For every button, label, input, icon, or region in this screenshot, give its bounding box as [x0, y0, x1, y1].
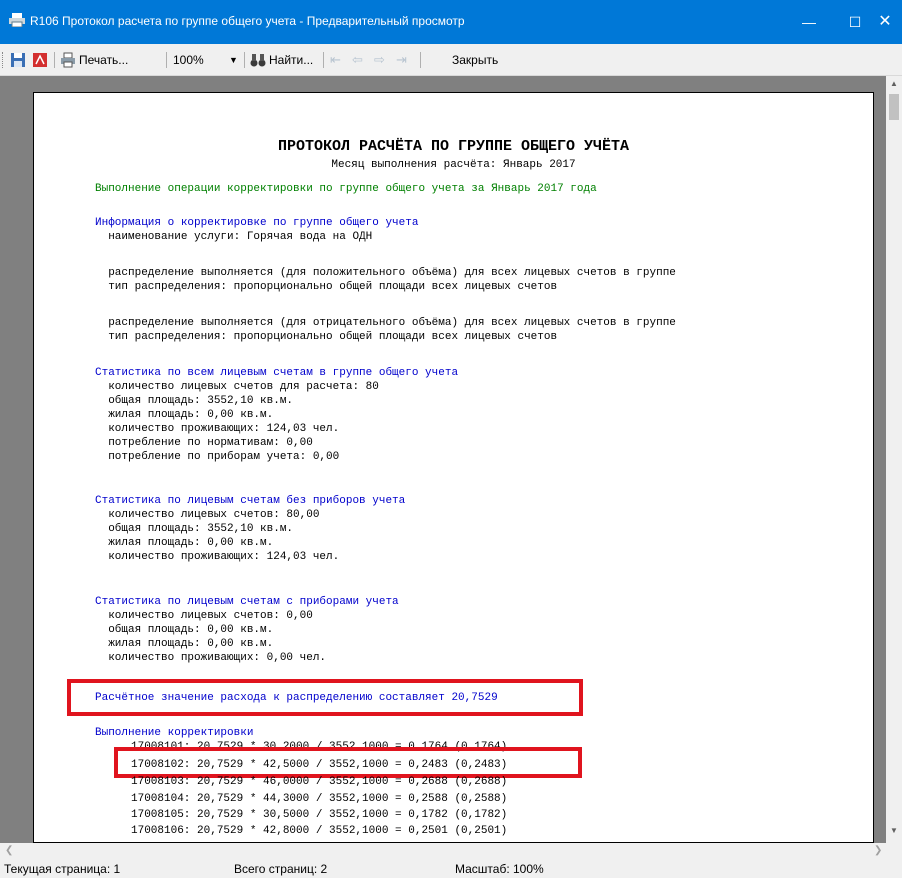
maximize-icon: ☐ — [848, 14, 862, 30]
close-window-button[interactable]: ✕ — [868, 0, 902, 44]
binoculars-icon — [250, 54, 266, 67]
vertical-scroll-thumb[interactable] — [889, 94, 899, 120]
chevron-down-icon: ▼ — [229, 55, 238, 65]
horizontal-scrollbar[interactable]: ❮ ❯ — [0, 843, 902, 860]
stats-all-line: потребление по приборам учета: 0,00 — [95, 451, 340, 463]
zoom-value: 100% — [173, 53, 204, 67]
vertical-scrollbar[interactable]: ▲ ▼ — [886, 76, 902, 843]
toolbar: Печать... 100% ▼ Найти... ⇤ ⇦ ⇨ ⇥ Закрыт… — [0, 44, 902, 76]
zoom-status: Масштаб: 100% — [455, 862, 544, 876]
scroll-left-icon[interactable]: ❮ — [5, 845, 13, 856]
stats-nometer-line: общая площадь: 3552,10 кв.м. — [95, 523, 294, 535]
next-page-icon[interactable]: ⇨ — [374, 51, 385, 69]
printer-icon — [9, 13, 25, 27]
stats-nometer-header: Статистика по лицевым счетам без приборо… — [95, 495, 406, 507]
total-pages-status: Всего страниц: 2 — [234, 862, 328, 876]
stats-nometer-line: количество лицевых счетов: 80,00 — [95, 509, 320, 521]
stats-all-header: Статистика по всем лицевым счетам в груп… — [95, 367, 459, 379]
positive-distribution-line: распределение выполняется (для положител… — [95, 267, 676, 279]
correction-line: 17008103: 20,7529 * 46,0000 / 3552,1000 … — [131, 776, 508, 788]
correction-header: Выполнение корректировки — [95, 727, 254, 739]
stats-nometer-line: жилая площадь: 0,00 кв.м. — [95, 537, 274, 549]
stats-all-line: жилая площадь: 0,00 кв.м. — [95, 409, 274, 421]
correction-highlight — [114, 747, 582, 778]
correction-line: 17008106: 20,7529 * 42,8000 / 3552,1000 … — [131, 825, 508, 837]
pdf-export-icon[interactable] — [32, 52, 48, 68]
toolbar-separator — [323, 52, 324, 68]
negative-distribution-line: распределение выполняется (для отрицател… — [95, 317, 676, 329]
zoom-select[interactable]: 100% ▼ — [173, 51, 239, 69]
last-page-icon[interactable]: ⇥ — [396, 51, 407, 69]
correction-line: 17008104: 20,7529 * 44,3000 / 3552,1000 … — [131, 793, 508, 805]
scroll-down-icon[interactable]: ▼ — [890, 826, 898, 835]
toolbar-separator — [244, 52, 245, 68]
stats-meter-line: жилая площадь: 0,00 кв.м. — [95, 638, 274, 650]
minimize-button[interactable]: — — [786, 0, 832, 44]
print-label: Печать... — [79, 53, 129, 67]
stats-meter-header: Статистика по лицевым счетам с приборами… — [95, 596, 399, 608]
positive-type-line: тип распределения: пропорционально общей… — [95, 281, 558, 293]
service-line: наименование услуги: Горячая вода на ОДН — [95, 231, 373, 243]
stats-nometer-line: количество проживающих: 124,03 чел. — [95, 551, 340, 563]
close-icon: ✕ — [878, 13, 892, 30]
report-title: ПРОТОКОЛ РАСЧЁТА ПО ГРУППЕ ОБЩЕГО УЧЁТА — [277, 138, 630, 155]
scroll-up-icon[interactable]: ▲ — [890, 79, 898, 88]
report-page: ПРОТОКОЛ РАСЧЁТА ПО ГРУППЕ ОБЩЕГО УЧЁТА … — [33, 92, 874, 843]
first-page-icon[interactable]: ⇤ — [330, 51, 341, 69]
status-bar: Текущая страница: 1 Всего страниц: 2 Мас… — [0, 860, 902, 878]
negative-type-line: тип распределения: пропорционально общей… — [95, 331, 558, 343]
find-label: Найти... — [269, 53, 314, 67]
save-icon[interactable] — [10, 52, 26, 68]
stats-all-line: количество лицевых счетов для расчета: 8… — [95, 381, 379, 393]
info-header: Информация о корректировке по группе общ… — [95, 217, 419, 229]
minimize-icon: — — [802, 14, 816, 30]
report-subtitle: Месяц выполнения расчёта: Январь 2017 — [331, 159, 576, 171]
previous-page-icon[interactable]: ⇦ — [352, 51, 363, 69]
toolbar-separator — [166, 52, 167, 68]
stats-meter-line: количество проживающих: 0,00 чел. — [95, 652, 327, 664]
stats-all-line: общая площадь: 3552,10 кв.м. — [95, 395, 294, 407]
correction-line: 17008105: 20,7529 * 30,5000 / 3552,1000 … — [131, 809, 508, 821]
close-preview-button[interactable]: Закрыть — [452, 51, 498, 69]
scroll-right-icon[interactable]: ❯ — [874, 845, 882, 856]
stats-all-line: потребление по нормативам: 0,00 — [95, 437, 313, 449]
toolbar-separator — [420, 52, 421, 68]
stats-all-line: количество проживающих: 124,03 чел. — [95, 423, 340, 435]
window-title: R106 Протокол расчета по группе общего у… — [30, 14, 465, 28]
window-titlebar: R106 Протокол расчета по группе общего у… — [0, 0, 902, 44]
stats-meter-line: количество лицевых счетов: 0,00 — [95, 610, 313, 622]
current-page-status: Текущая страница: 1 — [4, 862, 121, 876]
operation-line: Выполнение операции корректировки по гру… — [95, 183, 597, 195]
toolbar-separator — [54, 52, 55, 68]
printer-icon — [61, 52, 75, 68]
calc-value-highlight — [67, 679, 583, 716]
toolbar-grip[interactable] — [2, 52, 5, 68]
stats-meter-line: общая площадь: 0,00 кв.м. — [95, 624, 274, 636]
